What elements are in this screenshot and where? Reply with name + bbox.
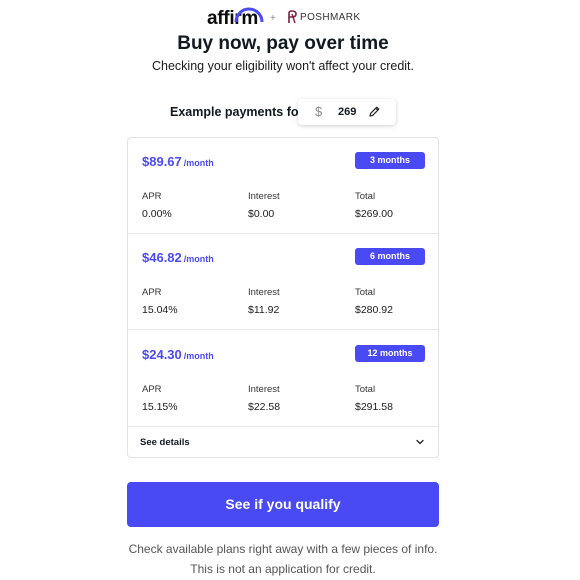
plan-option[interactable]: $46.82/month 6 months APR Interest Total… (128, 234, 438, 330)
see-if-you-qualify-button[interactable]: See if you qualify (127, 482, 439, 527)
footnote-line-1: Check available plans right away with a … (128, 542, 438, 556)
apr-value: 15.15% (142, 401, 178, 413)
amount-input[interactable]: $ 269 (298, 99, 396, 125)
monthly-price: $89.67/month (142, 154, 214, 169)
total-label: Total (355, 287, 376, 298)
per-month-label: /month (183, 158, 214, 168)
apr-value: 0.00% (142, 208, 172, 220)
interest-label: Interest (248, 384, 280, 395)
monthly-price: $24.30/month (142, 347, 214, 362)
plan-option[interactable]: $24.30/month 12 months APR Interest Tota… (128, 331, 438, 427)
see-details-label: See details (140, 437, 190, 448)
amount-value[interactable]: 269 (338, 106, 356, 118)
footnote-line-2: This is not an application for credit. (190, 562, 376, 576)
apr-label: APR (142, 191, 162, 202)
term-badge: 3 months (355, 152, 425, 169)
chevron-down-icon[interactable] (415, 437, 425, 447)
payment-plans-card: $89.67/month 3 months APR Interest Total… (127, 137, 439, 458)
plus-separator: + (270, 13, 276, 24)
interest-label: Interest (248, 191, 280, 202)
interest-value: $0.00 (248, 208, 275, 220)
poshmark-wordmark: POSHMARK (300, 12, 361, 23)
term-badge: 6 months (355, 248, 425, 265)
per-month-label: /month (183, 254, 214, 264)
page-title: Buy now, pay over time (177, 33, 389, 54)
total-value: $280.92 (355, 304, 393, 316)
total-label: Total (355, 384, 376, 395)
pencil-icon[interactable] (368, 105, 381, 118)
interest-label: Interest (248, 287, 280, 298)
example-payments-label: Example payments for (170, 105, 304, 119)
monthly-price: $46.82/month (142, 250, 214, 265)
see-details-toggle[interactable]: See details (128, 428, 438, 458)
plan-option[interactable]: $89.67/month 3 months APR Interest Total… (128, 138, 438, 234)
brand-header: affirm + POSHMARK (0, 2, 580, 32)
total-label: Total (355, 191, 376, 202)
interest-value: $11.92 (248, 304, 280, 316)
currency-symbol: $ (315, 104, 323, 119)
page-subtitle: Checking your eligibility won't affect y… (152, 59, 414, 73)
affirm-arc-icon (234, 7, 264, 23)
total-value: $291.58 (355, 401, 393, 413)
term-badge: 12 months (355, 345, 425, 362)
total-value: $269.00 (355, 208, 393, 220)
poshmark-logo-icon (288, 10, 297, 24)
apr-label: APR (142, 384, 162, 395)
apr-label: APR (142, 287, 162, 298)
per-month-label: /month (183, 351, 214, 361)
interest-value: $22.58 (248, 401, 281, 413)
apr-value: 15.04% (142, 304, 178, 316)
